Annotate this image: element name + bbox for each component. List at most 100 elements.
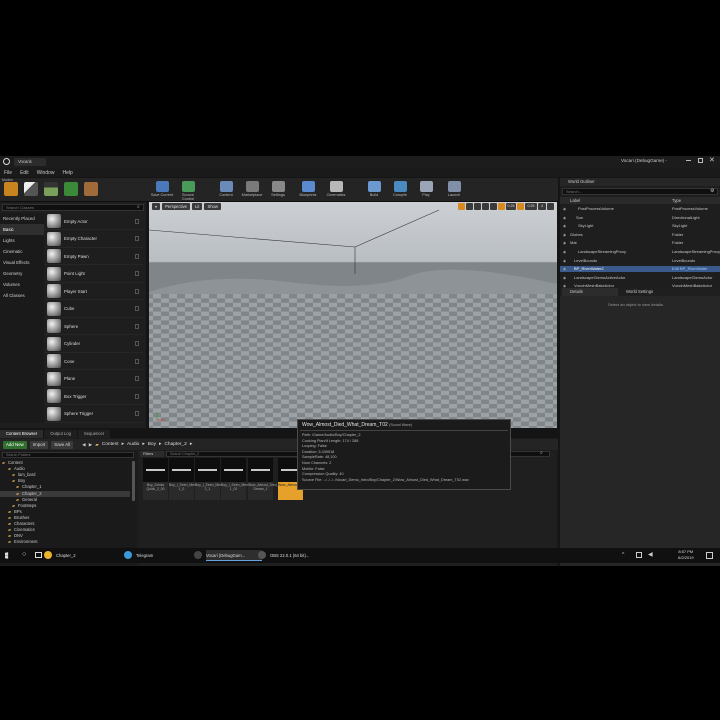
folder-tree-item[interactable]: ▰ Footsteps [0, 503, 130, 509]
placeable-item[interactable]: Empty Pawn [45, 248, 143, 265]
search-classes-input[interactable]: Search Classes [2, 204, 144, 211]
foliage-mode-icon[interactable] [64, 182, 78, 196]
scale-tool-icon[interactable] [474, 203, 481, 210]
placeable-item[interactable]: Empty Character [45, 231, 143, 248]
placeable-item[interactable]: Plane [45, 371, 143, 388]
folder-tree-item[interactable]: ▰ BPs [0, 509, 130, 515]
visibility-eye-icon[interactable]: ◉ [563, 215, 566, 221]
translate-tool-icon[interactable] [458, 203, 465, 210]
visibility-eye-icon[interactable]: ◉ [563, 240, 566, 246]
breadcrumb-chapter-2[interactable]: Chapter_2 [164, 442, 186, 447]
import-button[interactable]: Import [29, 440, 49, 449]
taskbar-app[interactable]: Vocari (DebugGam... [206, 550, 262, 561]
network-icon[interactable] [636, 552, 642, 558]
folder-tree-item[interactable]: ▰ Boy [0, 478, 130, 484]
asset-tile[interactable]: Boy_I_Seen_Memo_Later 1_0 [169, 458, 208, 500]
tab-sequencer[interactable]: Sequencer [77, 430, 111, 438]
toolbar-button[interactable]: Launch [442, 180, 466, 200]
outliner-row[interactable]: ◉ LandscapeGizmoActiveActor LandscapeGizmo… [560, 275, 720, 281]
placeable-item[interactable]: Cylinder [45, 336, 143, 353]
drag-handle-icon[interactable] [135, 236, 139, 241]
asset-tile[interactable]: Wow_Almost_Died_What Dream_1 [248, 458, 286, 500]
lit-button[interactable]: Lit [192, 203, 203, 210]
maximize-button[interactable] [698, 158, 703, 163]
folder-tree-item[interactable]: ▰ Environment [0, 539, 130, 545]
maximize-viewport-icon[interactable] [547, 203, 554, 210]
toolbar-button[interactable]: Content [214, 180, 238, 200]
drag-handle-icon[interactable] [135, 323, 139, 329]
add-new-button[interactable]: Add New [3, 440, 27, 449]
folder-tree-item[interactable]: ▰ Brushes [0, 515, 130, 521]
col-type[interactable]: Type [672, 197, 681, 204]
menu-help[interactable]: Help [62, 170, 72, 176]
volume-icon[interactable]: ◀ [648, 551, 653, 558]
landscape-mode-icon[interactable] [44, 182, 58, 196]
grid-size-value[interactable]: 0.25 [506, 203, 516, 210]
search-folders-input[interactable]: Search Folders [2, 452, 134, 458]
folder-tree-item[interactable]: ▰ General [0, 497, 130, 503]
outliner-row[interactable]: ◉ LevelBounds LevelBounds [560, 258, 720, 264]
asset-tile[interactable]: Boy_Drinks Quick_2_00 [143, 458, 168, 500]
taskbar-app-icon[interactable] [258, 551, 266, 559]
outliner-row[interactable]: ◉ PostProcessVolume PostProcessVolume [560, 206, 720, 212]
folder-tree-item[interactable]: ▰ Chapter_1 [0, 484, 130, 490]
taskbar-app[interactable]: OBS 22.0.1 (64 bit)... [270, 550, 332, 561]
toolbar-button[interactable]: Build [362, 180, 386, 200]
level-viewport[interactable]: ▾ Perspective Lit Show 0.25 0.25 4 [149, 202, 557, 428]
placeable-item[interactable]: Cone [45, 353, 143, 370]
drag-handle-icon[interactable] [135, 411, 139, 416]
rotation-snap-icon[interactable] [517, 203, 524, 210]
visibility-eye-icon[interactable]: ◉ [563, 275, 566, 281]
taskbar-app[interactable]: Telegram [136, 550, 180, 561]
placeable-item[interactable]: Sphere [45, 318, 143, 335]
menu-file[interactable]: File [4, 170, 12, 176]
drag-handle-icon[interactable] [135, 376, 139, 381]
visibility-eye-icon[interactable]: ◉ [563, 223, 566, 229]
scale-snap-value[interactable]: 0.25 [525, 203, 537, 210]
outliner-row[interactable]: ◉ Globes Folder [560, 232, 720, 238]
taskbar-app-icon[interactable] [194, 551, 202, 559]
visibility-eye-icon[interactable]: ◉ [563, 206, 566, 212]
col-label[interactable]: Label [570, 197, 580, 204]
world-outliner-tab[interactable]: World Outliner [560, 178, 720, 186]
toolbar-button[interactable]: Save Current [150, 180, 174, 200]
minimize-button[interactable] [686, 160, 691, 161]
placeable-item[interactable]: Box Trigger [45, 388, 143, 405]
menu-window[interactable]: Window [37, 170, 55, 176]
geometry-mode-icon[interactable] [84, 182, 98, 196]
close-button[interactable]: ✕ [709, 156, 715, 164]
category-geometry[interactable]: Geometry [0, 268, 44, 279]
asset-tile[interactable]: Boy_I_Seen_Memo_Later 2_1 [195, 458, 234, 500]
taskbar-app[interactable]: Chapter_2 [56, 550, 116, 561]
rotate-tool-icon[interactable] [466, 203, 473, 210]
category-basic[interactable]: Basic [0, 224, 44, 235]
folder-tree-item[interactable]: ▰ lam_bard [0, 472, 130, 478]
folder-tree-item[interactable]: ▰ Audio [0, 466, 130, 472]
toolbar-button[interactable]: Settings [266, 180, 290, 200]
visibility-eye-icon[interactable]: ◉ [563, 249, 566, 255]
drag-handle-icon[interactable] [135, 271, 139, 276]
placeable-item[interactable]: Point Light [45, 266, 143, 283]
back-arrow-icon[interactable]: ◀ [82, 442, 86, 448]
category-recently-placed[interactable]: Recently Placed [0, 213, 44, 224]
visibility-eye-icon[interactable]: ◉ [563, 258, 566, 264]
category-all-classes[interactable]: All Classes [0, 290, 44, 301]
world-space-icon[interactable] [482, 203, 489, 210]
toolbar-button[interactable]: Marketplace [240, 180, 264, 200]
outliner-row[interactable]: ◉ Mat Folder [560, 240, 720, 246]
category-cinematic[interactable]: Cinematic [0, 246, 44, 257]
save-all-button[interactable]: Save All [51, 440, 74, 449]
folder-tree-item[interactable]: ▰ Cinematics [0, 527, 130, 533]
drag-handle-icon[interactable] [135, 218, 139, 224]
folder-tree-item[interactable]: ▰ DNV [0, 533, 130, 539]
paint-mode-icon[interactable] [24, 182, 38, 196]
outliner-row[interactable]: ◉ BP_RiverWater2 Edit BP_RiverWater [560, 266, 720, 273]
taskbar-app-icon[interactable] [44, 551, 52, 559]
toolbar-button[interactable]: Cinematics [324, 180, 348, 200]
placeable-item[interactable]: Player Start [45, 283, 143, 300]
tab-output-log[interactable]: Output Log [44, 430, 77, 438]
outliner-row[interactable]: ◉ SkyLight SkyLight [560, 223, 720, 229]
show-button[interactable]: Show [204, 203, 221, 210]
world-settings-tab[interactable]: World Settings [620, 288, 668, 296]
breadcrumb-content[interactable]: Content [102, 442, 119, 447]
